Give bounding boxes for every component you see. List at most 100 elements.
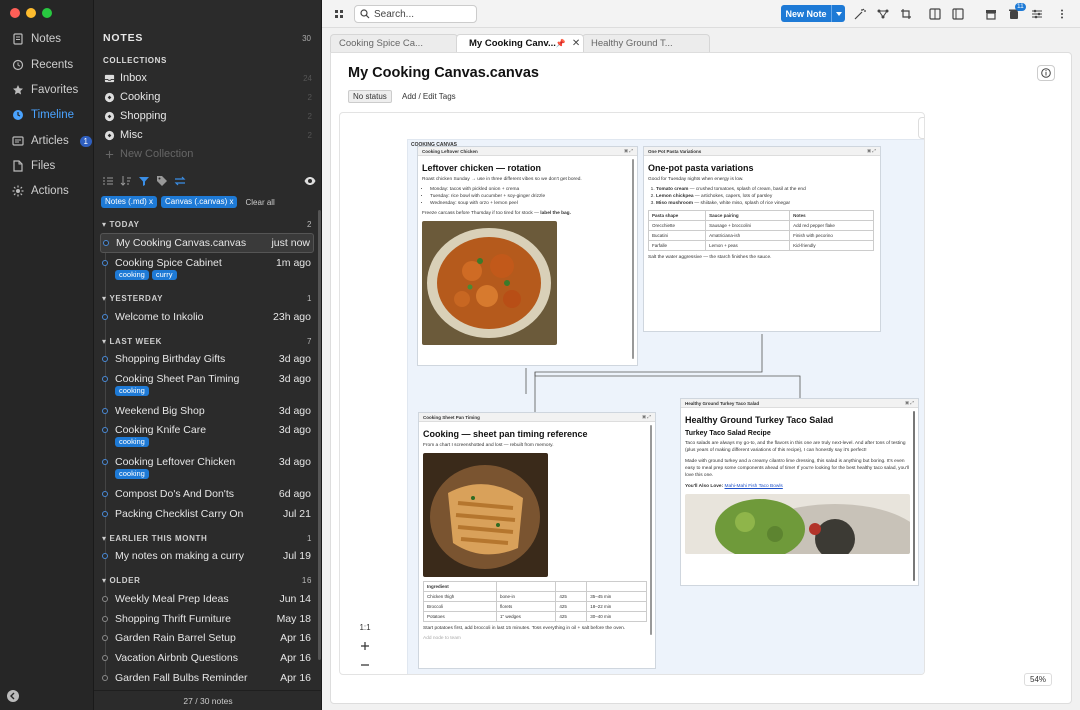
checklist-icon[interactable]	[102, 175, 114, 187]
tab-my-cooking-canvas[interactable]: My Cooking Canv... 📌 ✕	[456, 34, 584, 52]
nav-item-notes[interactable]: Notes	[12, 30, 92, 48]
card-sheet-pan[interactable]: Cooking Sheet Pan Timing ▣ ⤢ Cooking — sh…	[418, 412, 656, 669]
more-vertical-icon[interactable]	[1056, 8, 1068, 20]
maximize-window-button[interactable]	[42, 8, 52, 18]
note-row[interactable]: Shopping Thrift Furniture May 18	[100, 610, 314, 630]
collection-shopping[interactable]: Shopping 2	[104, 108, 312, 124]
section-earlier-this-month: ▾ EARLIER THIS MONTH 1	[102, 533, 312, 543]
tag-pill[interactable]: cooking	[115, 386, 149, 396]
tab-cooking-spice[interactable]: Cooking Spice Ca...	[330, 34, 458, 52]
collection-label: Misc	[120, 129, 143, 141]
zoom-out-icon[interactable]	[360, 660, 370, 670]
card-leftover-chicken[interactable]: Cooking Leftover Chicken ▣ ⤢ Leftover chi…	[417, 146, 638, 366]
zoom-level[interactable]: 54%	[1024, 673, 1053, 686]
nav-item-label: Timeline	[31, 109, 75, 121]
eye-icon[interactable]	[304, 175, 316, 187]
recipe-link[interactable]: Mahi-Mahi Fish Taco Bowls	[725, 484, 783, 489]
tab-healthy-turkey[interactable]: Healthy Ground T...	[582, 34, 710, 52]
card-text: Taco salads are always my go-to, and the…	[685, 441, 906, 453]
canvas-toolbar	[918, 117, 924, 139]
tag-pill[interactable]: cooking	[115, 469, 149, 479]
card-text: Roast chicken Sunday → use in three diff…	[422, 177, 582, 182]
new-collection-button[interactable]: New Collection	[104, 146, 312, 162]
note-row[interactable]: Cooking Leftover Chicken 3d ago cooking	[100, 453, 314, 481]
note-row[interactable]: Cooking Sheet Pan Timing 3d ago cooking	[100, 370, 314, 398]
card-title: One-pot pasta variations	[648, 163, 754, 173]
crop-icon[interactable]	[900, 8, 914, 20]
nav-item-label: Articles	[31, 135, 69, 147]
note-row[interactable]: Shopping Birthday Gifts 3d ago	[100, 350, 314, 370]
card-scrollbar[interactable]	[632, 159, 634, 359]
minimize-window-button[interactable]	[26, 8, 36, 18]
nav-item-articles[interactable]: Articles 1	[12, 132, 92, 150]
note-row[interactable]: Garden Fall Bulbs Reminder Apr 16	[100, 669, 314, 689]
notes-scrollbar[interactable]	[318, 210, 321, 660]
section-yesterday: ▾ YESTERDAY 1	[102, 293, 312, 303]
note-row[interactable]: Packing Checklist Carry On Jul 21	[100, 505, 314, 525]
note-row[interactable]: Weekend Big Shop 3d ago	[100, 402, 314, 422]
zoom-reset-button[interactable]: 1:1	[359, 623, 370, 632]
close-window-button[interactable]	[10, 8, 20, 18]
card-hint: Add node to team	[423, 636, 461, 641]
card-taco-salad[interactable]: Healthy Ground Turkey Taco Salad ▣ ⤢ Heal…	[680, 398, 919, 586]
note-row[interactable]: Welcome to Inkolio 23h ago	[100, 308, 314, 328]
filter-chip-notes[interactable]: Notes (.md) x	[101, 196, 158, 208]
sort-icon[interactable]	[120, 175, 132, 187]
archive-icon[interactable]	[985, 8, 997, 20]
note-row[interactable]: My Cooking Canvas.canvas just now	[100, 233, 314, 253]
tag-pill[interactable]: cooking	[115, 437, 149, 447]
canvas-group[interactable]: COOKING CANVAS Cooking Leftover Chicken ▣…	[407, 139, 924, 674]
nav-item-files[interactable]: Files	[12, 157, 92, 175]
status-badge[interactable]: No status	[348, 90, 392, 103]
note-row[interactable]: Weekly Meal Prep Ideas Jun 14	[100, 590, 314, 610]
collection-misc[interactable]: Misc 2	[104, 127, 312, 143]
close-tab-icon[interactable]: ✕	[572, 38, 580, 49]
note-row[interactable]: Garden Rain Barrel Setup Apr 16	[100, 629, 314, 649]
note-row[interactable]: My notes on making a curry Jul 19	[100, 547, 314, 567]
info-button[interactable]	[1037, 65, 1055, 81]
magic-wand-icon[interactable]	[854, 8, 866, 20]
card-one-pot-pasta[interactable]: One Pot Pasta Variations ▣ ⤢ One-pot past…	[643, 146, 881, 332]
canvas-board[interactable]: COOKING CANVAS Cooking Leftover Chicken ▣…	[339, 112, 925, 675]
nav-item-favorites[interactable]: Favorites	[12, 81, 92, 99]
page-title[interactable]: My Cooking Canvas.canvas	[348, 65, 539, 81]
filter-icon[interactable]	[138, 175, 150, 187]
nav-item-timeline[interactable]: Timeline	[12, 106, 92, 124]
note-row[interactable]: Cooking Knife Care 3d ago cooking	[100, 421, 314, 449]
clear-all-filters[interactable]: Clear all	[245, 198, 274, 207]
collection-inbox[interactable]: Inbox 24	[104, 70, 312, 86]
tag-pill[interactable]: curry	[151, 270, 177, 280]
search-input[interactable]: Search...	[354, 5, 477, 23]
tag-icon[interactable]	[156, 175, 168, 187]
card-text: Freeze carcass before Thursday if too ti…	[422, 211, 571, 216]
swap-icon[interactable]	[174, 175, 186, 187]
nav-item-recents[interactable]: Recents	[12, 56, 92, 74]
grid-icon[interactable]	[333, 8, 345, 20]
filter-chip-canvas[interactable]: Canvas (.canvas) x	[161, 196, 238, 208]
nav-item-actions[interactable]: Actions	[12, 182, 92, 200]
note-row[interactable]: Cooking Spice Cabinet 1m ago cooking curry	[100, 254, 314, 282]
card-scrollbar[interactable]	[650, 425, 652, 635]
edit-tags-button[interactable]: Add / Edit Tags	[402, 92, 456, 101]
new-note-dropdown[interactable]	[831, 5, 845, 22]
tag-pill[interactable]: cooking	[115, 270, 149, 280]
card-text: Start potatoes first, add broccoli in la…	[423, 626, 626, 631]
pin-icon[interactable]: 📌	[556, 39, 566, 48]
graph-icon[interactable]	[877, 8, 889, 20]
articles-badge: 1	[79, 135, 92, 147]
note-row[interactable]: Vacation Airbnb Questions Apr 16	[100, 649, 314, 669]
card-text: Made with ground turkey and a creamy cil…	[685, 459, 909, 478]
split-view-icon[interactable]	[929, 8, 941, 20]
note-row[interactable]: Compost Do's And Don'ts 6d ago	[100, 485, 314, 505]
sliders-icon[interactable]	[1031, 8, 1043, 20]
card-text: Salt the water aggressive — the starch f…	[648, 255, 772, 260]
card-scrollbar[interactable]	[913, 411, 915, 581]
card-title: Cooking — sheet pan timing reference	[423, 429, 588, 439]
new-note-button[interactable]: New Note	[781, 5, 845, 22]
collapse-sidebar-button[interactable]	[7, 690, 19, 702]
nav-item-label: Recents	[31, 59, 74, 71]
zoom-in-icon[interactable]	[360, 641, 370, 651]
collection-cooking[interactable]: Cooking 2	[104, 89, 312, 105]
notes-icon	[13, 33, 23, 45]
sidebar-right-icon[interactable]	[952, 8, 964, 20]
